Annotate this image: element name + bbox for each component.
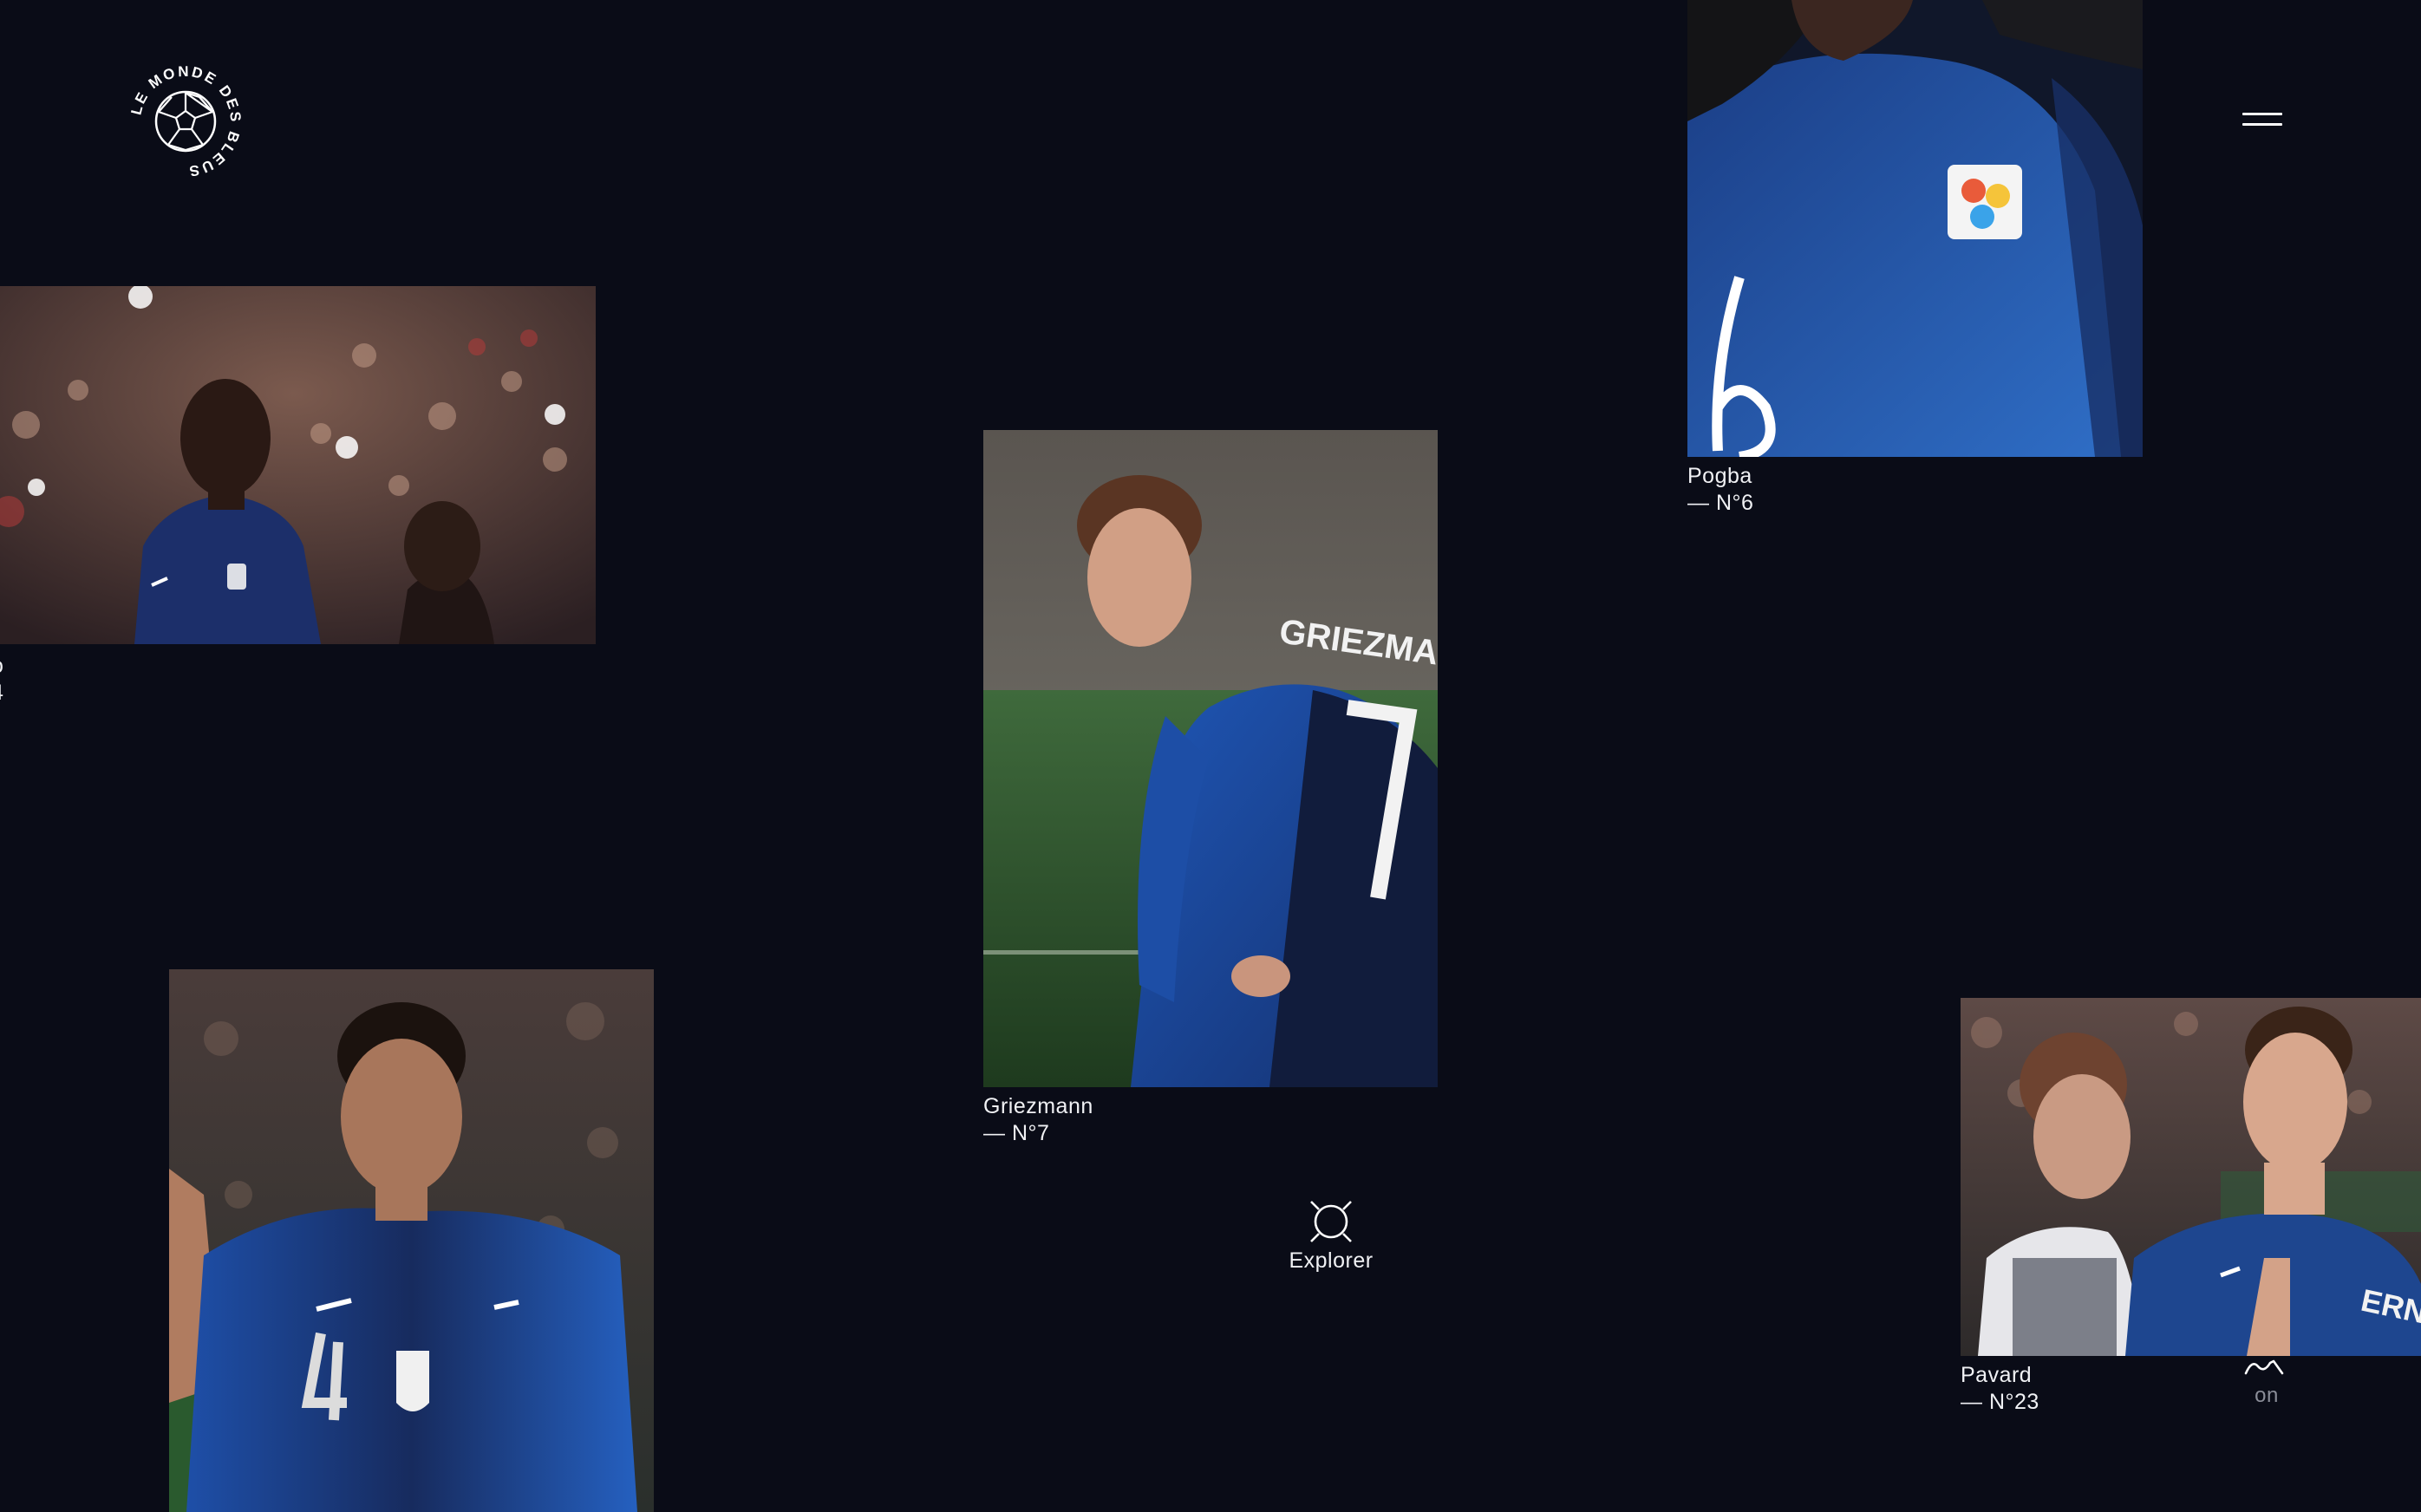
- griezmann-photo: GRIEZMA: [983, 430, 1438, 1087]
- logo-text: LE MONDE DES BLEUS: [130, 66, 241, 177]
- kante-photo: [0, 286, 596, 644]
- sound-wave-icon: [2244, 1359, 2284, 1375]
- hamburger-icon-line-bottom: [2242, 123, 2282, 126]
- player-number-pavard: — N°23: [1961, 1390, 2039, 1414]
- player-caption-pogba: Pogba — N°6: [1687, 463, 1753, 517]
- player-caption-griezmann: Griezmann — N°7: [983, 1093, 1093, 1147]
- explore-orbit-icon: [1310, 1201, 1352, 1242]
- pavard-photo: ERNA: [1961, 998, 2421, 1356]
- explorer-button[interactable]: Explorer: [1275, 1193, 1387, 1273]
- pogba-photo: [1687, 0, 2143, 457]
- explorer-label: Explorer: [1289, 1248, 1374, 1273]
- player-number-kante: 4: [0, 680, 3, 707]
- menu-button[interactable]: [2237, 108, 2287, 135]
- hamburger-icon-line-top: [2242, 113, 2282, 115]
- player-photo-pavard[interactable]: ERNA: [1961, 998, 2421, 1356]
- sound-toggle[interactable]: on: [2237, 1358, 2296, 1418]
- player-photo-pogba[interactable]: [1687, 0, 2143, 457]
- player-caption-kante: o 4: [0, 653, 3, 707]
- football-icon: LE MONDE DES BLEUS: [130, 66, 241, 177]
- varane-photo: [169, 969, 654, 1512]
- player-photo-kante[interactable]: [0, 286, 596, 644]
- player-number-griezmann: — N°7: [983, 1121, 1050, 1145]
- player-name-griezmann: Griezmann: [983, 1094, 1093, 1118]
- site-logo[interactable]: LE MONDE DES BLEUS: [130, 66, 241, 177]
- svg-text:LE MONDE DES BLEUS: LE MONDE DES BLEUS: [130, 66, 241, 177]
- player-name-pavard: Pavard: [1961, 1363, 2033, 1387]
- player-gallery-stage: LE MONDE DES BLEUS: [0, 0, 2421, 1512]
- player-photo-varane[interactable]: [169, 969, 654, 1512]
- sound-status-label: on: [2255, 1384, 2279, 1407]
- player-name-kante: o: [0, 654, 3, 678]
- player-number-pogba: — N°6: [1687, 491, 1754, 515]
- player-caption-pavard: Pavard — N°23: [1961, 1362, 2039, 1416]
- player-name-pogba: Pogba: [1687, 464, 1752, 488]
- player-photo-griezmann[interactable]: GRIEZMA: [983, 430, 1438, 1087]
